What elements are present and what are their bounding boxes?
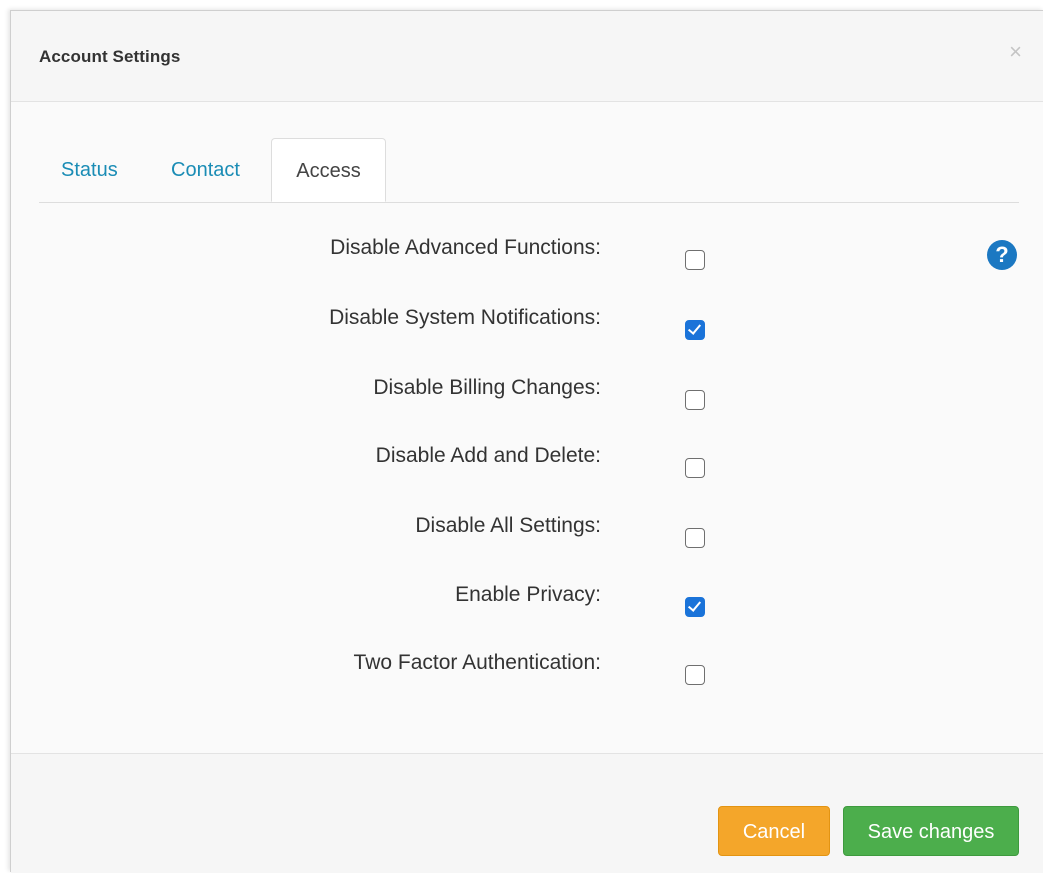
setting-label-add-and-delete: Disable Add and Delete: — [375, 444, 601, 467]
dialog-body: Status Contact Access ? Disable Advanced… — [11, 102, 1043, 762]
checkbox-system-notifications[interactable] — [685, 320, 705, 340]
setting-label-two-factor: Two Factor Authentication: — [353, 651, 601, 674]
setting-label-privacy: Enable Privacy: — [455, 583, 601, 606]
dialog-header: Account Settings × — [11, 11, 1043, 102]
checkbox-advanced-functions[interactable] — [685, 250, 705, 270]
setting-label-billing-changes: Disable Billing Changes: — [373, 376, 601, 399]
dialog-footer: Cancel Save changes — [11, 753, 1043, 873]
tab-bar: Status Contact Access — [39, 138, 1019, 203]
checkbox-billing-changes[interactable] — [685, 390, 705, 410]
checkbox-privacy[interactable] — [685, 597, 705, 617]
checkbox-all-settings[interactable] — [685, 528, 705, 548]
close-icon[interactable]: × — [1009, 41, 1022, 63]
setting-label-all-settings: Disable All Settings: — [415, 514, 601, 537]
dialog-title: Account Settings — [39, 47, 181, 66]
checkbox-two-factor[interactable] — [685, 665, 705, 685]
cancel-button[interactable]: Cancel — [718, 806, 830, 856]
tab-access[interactable]: Access — [271, 138, 386, 202]
setting-label-advanced-functions: Disable Advanced Functions: — [330, 236, 601, 259]
setting-label-system-notifications: Disable System Notifications: — [329, 306, 601, 329]
account-settings-dialog: Account Settings × Status Contact Access… — [10, 10, 1043, 873]
help-icon[interactable]: ? — [987, 240, 1017, 270]
save-changes-button[interactable]: Save changes — [843, 806, 1019, 856]
tab-contact[interactable]: Contact — [171, 138, 240, 202]
tab-status[interactable]: Status — [61, 138, 118, 202]
checkbox-add-and-delete[interactable] — [685, 458, 705, 478]
